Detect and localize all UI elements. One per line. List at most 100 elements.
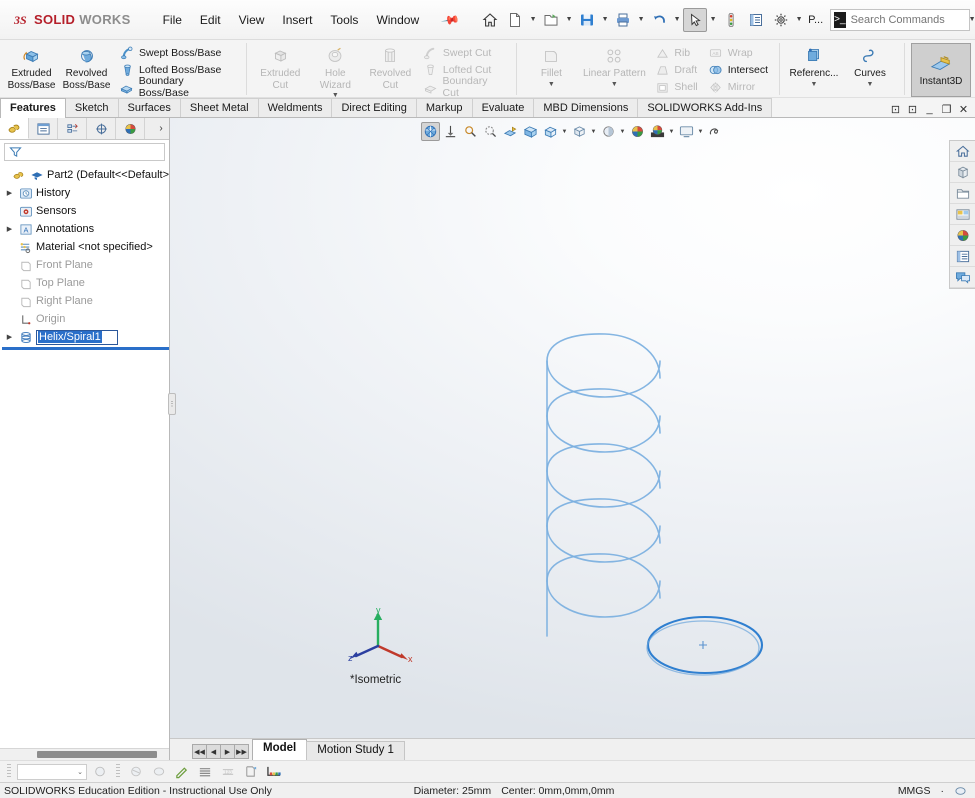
close-doc-icon[interactable]: ✕: [956, 102, 971, 116]
tree-item-right-plane[interactable]: Right Plane: [2, 292, 169, 310]
options-list-icon[interactable]: [744, 8, 768, 32]
hide-show-items-icon[interactable]: [541, 122, 560, 141]
swept-boss-base-button[interactable]: Swept Boss/Base: [116, 44, 238, 61]
perspective-icon[interactable]: [706, 122, 725, 141]
menu-item-edit[interactable]: Edit: [192, 9, 229, 31]
scrollbar-thumb[interactable]: [37, 751, 157, 758]
sw-resources-home-icon[interactable]: [950, 141, 975, 162]
nav-prev-button[interactable]: ◀: [206, 744, 221, 759]
linear-pattern-dropdown-icon[interactable]: ▼: [611, 81, 618, 89]
appearance-combo[interactable]: ⌄: [17, 763, 87, 780]
tab-surfaces[interactable]: Surfaces: [117, 98, 181, 117]
appearance-filter-icon[interactable]: [126, 763, 146, 781]
design-library-icon[interactable]: [950, 162, 975, 183]
tree-filter-input[interactable]: [4, 143, 165, 161]
pin-icon[interactable]: 📌: [432, 2, 470, 38]
tree-item-annotations[interactable]: ▶ A Annotations: [2, 220, 169, 238]
graphics-viewport[interactable]: ▼ ▼ ▼ ▼ ▼ x y z *Isometric: [170, 118, 975, 738]
extruded-boss-base-button[interactable]: Extruded Boss/Base: [4, 43, 59, 93]
rename-input[interactable]: Helix/Spiral1: [36, 329, 118, 345]
appearance-box-icon[interactable]: [570, 122, 589, 141]
shell-button[interactable]: Shell: [651, 78, 700, 95]
tree-item-top-plane[interactable]: Top Plane: [2, 274, 169, 292]
custom-properties-icon[interactable]: [950, 246, 975, 267]
apply-scene-2-icon[interactable]: [648, 122, 667, 141]
fillet-dropdown-icon[interactable]: ▼: [548, 81, 555, 89]
nav-first-button[interactable]: ◀◀: [192, 744, 207, 759]
toolbar-grip[interactable]: [7, 764, 11, 779]
curves-button[interactable]: Curves ▼: [842, 43, 898, 91]
fillet-button[interactable]: Fillet ▼: [523, 43, 579, 91]
markup-notes-icon[interactable]: [950, 267, 975, 288]
restore-right-icon[interactable]: ⊡: [905, 102, 920, 116]
reference-geometry-button[interactable]: Referenc... ▼: [786, 43, 842, 91]
tab-evaluate[interactable]: Evaluate: [471, 98, 535, 117]
scene-dropdown-icon[interactable]: ▼: [668, 129, 676, 135]
p-label[interactable]: P...: [805, 14, 826, 26]
select-cursor-icon[interactable]: [683, 7, 708, 32]
instant3d-button[interactable]: Instant3D: [911, 43, 971, 97]
edit-appearance-small-icon[interactable]: [90, 763, 110, 781]
curves-dropdown-icon[interactable]: ▼: [867, 81, 874, 89]
expander-helix[interactable]: ▶: [4, 333, 15, 341]
hole-wizard-button[interactable]: Hole Wizard ▼: [308, 43, 363, 102]
display-manager-tab[interactable]: [116, 118, 145, 139]
open-document-icon[interactable]: [539, 8, 563, 32]
undo-dropdown-icon[interactable]: ▼: [672, 8, 682, 32]
linear-pattern-button[interactable]: Linear Pattern ▼: [579, 43, 649, 91]
menu-item-file[interactable]: File: [155, 9, 190, 31]
tree-item-helix-spiral1[interactable]: ▶ Helix/Spiral1: [2, 328, 169, 346]
display-style-icon[interactable]: [521, 122, 540, 141]
property-manager-tab[interactable]: [29, 118, 58, 139]
tree-item-material[interactable]: Material <not specified>: [2, 238, 169, 256]
menu-item-tools[interactable]: Tools: [322, 9, 366, 31]
intersect-button[interactable]: Intersect: [705, 61, 771, 78]
save-icon[interactable]: [575, 8, 599, 32]
search-commands-box[interactable]: >_ ▼: [830, 8, 975, 31]
save-dropdown-icon[interactable]: ▼: [600, 8, 610, 32]
scene-filter-icon[interactable]: [149, 763, 169, 781]
tab-model[interactable]: Model: [252, 739, 308, 760]
file-explorer-icon[interactable]: [950, 183, 975, 204]
tab-markup[interactable]: Markup: [415, 98, 473, 117]
select-dropdown-icon[interactable]: ▼: [708, 8, 718, 32]
view-settings-icon[interactable]: [599, 122, 618, 141]
color-palette-icon[interactable]: [264, 763, 284, 781]
boundary-cut-button[interactable]: Boundary Cut: [420, 75, 509, 99]
print-dropdown-icon[interactable]: ▼: [636, 8, 646, 32]
new-document-icon[interactable]: [503, 8, 527, 32]
menu-item-insert[interactable]: Insert: [274, 9, 320, 31]
nav-next-button[interactable]: ▶: [220, 744, 235, 759]
configuration-manager-tab[interactable]: [58, 118, 87, 139]
dimension-display-icon[interactable]: 123: [218, 763, 238, 781]
display-lines-icon[interactable]: [195, 763, 215, 781]
minimize-doc-icon[interactable]: _: [922, 102, 937, 116]
viewport-layout-icon[interactable]: [677, 122, 696, 141]
rebuild-icon[interactable]: [719, 8, 743, 32]
hide-show-dropdown-icon[interactable]: ▼: [561, 129, 569, 135]
search-input[interactable]: [850, 13, 959, 26]
tab-sketch[interactable]: Sketch: [64, 98, 119, 117]
tab-mbd-dimensions[interactable]: MBD Dimensions: [533, 98, 639, 117]
reference-geometry-dropdown-icon[interactable]: ▼: [811, 81, 818, 89]
section-view-icon[interactable]: [481, 122, 500, 141]
appearances-scenes-icon[interactable]: [950, 225, 975, 246]
tree-item-part2[interactable]: Part2 (Default<<Default>: [2, 166, 169, 184]
extruded-cut-button[interactable]: Extruded Cut: [253, 43, 308, 93]
tab-direct-editing[interactable]: Direct Editing: [331, 98, 417, 117]
edit-material-icon[interactable]: [172, 763, 192, 781]
status-units[interactable]: MMGS: [898, 785, 931, 797]
menu-item-view[interactable]: View: [231, 9, 273, 31]
tab-features[interactable]: Features: [0, 98, 66, 118]
viewport-layout-dropdown-icon[interactable]: ▼: [697, 129, 705, 135]
apply-scene-icon[interactable]: [628, 122, 647, 141]
options-dropdown-icon[interactable]: ▼: [794, 8, 804, 32]
tree-item-front-plane[interactable]: Front Plane: [2, 256, 169, 274]
tab-sheet-metal[interactable]: Sheet Metal: [179, 98, 259, 117]
tab-weldments[interactable]: Weldments: [257, 98, 333, 117]
previous-view-icon[interactable]: [461, 122, 480, 141]
menu-item-window[interactable]: Window: [368, 9, 427, 31]
chevron-right-icon[interactable]: ›: [153, 118, 169, 139]
expander-annotations[interactable]: ▶: [4, 225, 15, 233]
account-icon[interactable]: [970, 6, 975, 34]
